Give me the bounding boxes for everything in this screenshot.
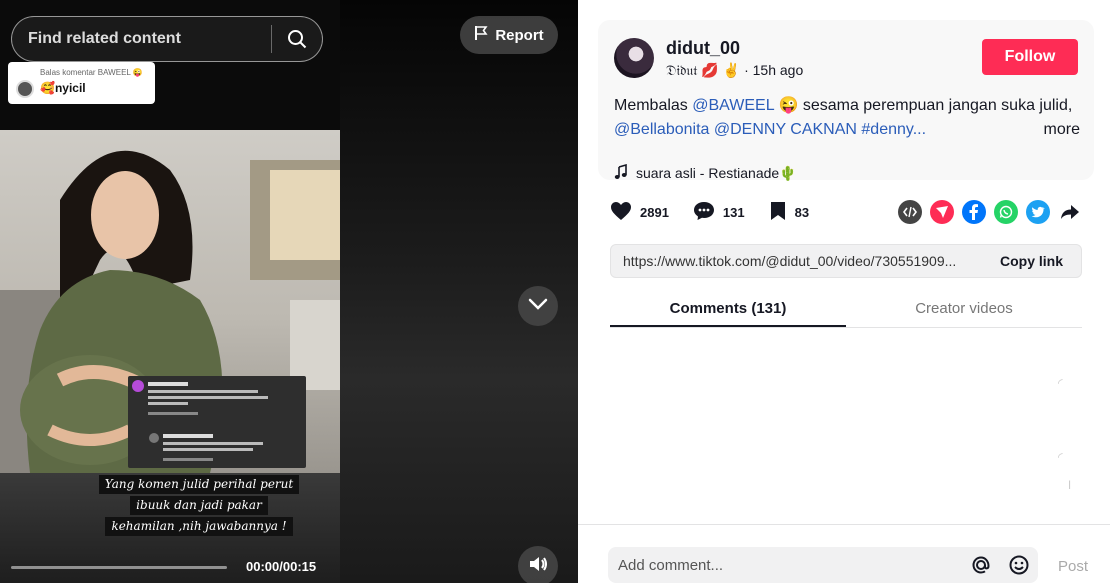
avatar[interactable] (614, 38, 654, 78)
like-count: 2891 (640, 204, 669, 220)
save-count: 83 (794, 204, 810, 220)
search-icon[interactable] (272, 29, 322, 49)
share-arrow-icon[interactable] (1058, 200, 1082, 224)
posted-time: 15h ago (752, 62, 804, 78)
comments-list: ◜ ◜ ǀ (578, 330, 1110, 524)
tab-comments[interactable]: Comments (131) (610, 292, 846, 327)
share-link-box: https://www.tiktok.com/@didut_00/video/7… (610, 244, 1082, 278)
heart-icon (610, 201, 632, 224)
video-description: Membalas @BAWEEL 😜 sesama perempuan jang… (614, 94, 1090, 142)
music-note-icon (614, 163, 628, 183)
caption-line: Yang komen julid perihal perut (98, 475, 300, 494)
mention-link[interactable]: @BAWEEL (692, 97, 774, 114)
avatar (16, 80, 34, 98)
search-input[interactable]: Find related content (11, 16, 323, 62)
loading-indicator: ◜ (1058, 450, 1063, 464)
video-photo (0, 130, 340, 473)
save-button[interactable]: 83 (769, 201, 809, 224)
author-card: didut_00 𝔇𝔦𝔡𝔲𝔱 💋 ✌ · 15h ago Follow Memb… (598, 20, 1094, 183)
caption-line: kehamilan ,nih jawabannya ! (105, 517, 293, 536)
author-nickname: 𝔇𝔦𝔡𝔲𝔱 💋 ✌ (666, 62, 741, 78)
caption-line: ibuuk dan jadi pakar (130, 496, 268, 515)
author-username[interactable]: didut_00 (666, 38, 740, 59)
share-icons (898, 200, 1082, 224)
send-icon[interactable] (930, 200, 954, 224)
video-time: 00:00/00:15 (246, 559, 317, 574)
meta-separator: · (744, 62, 753, 78)
post-button[interactable]: Post (1058, 558, 1088, 575)
comment-input[interactable]: Add comment... (608, 547, 1038, 583)
follow-button[interactable]: Follow (982, 39, 1078, 75)
video-pane: Yang komen julid perihal perut ibuuk dan… (0, 0, 578, 583)
whatsapp-icon[interactable] (994, 200, 1018, 224)
loading-indicator: ǀ (1068, 478, 1072, 492)
music-label: suara asli - Restianade🌵 (636, 165, 797, 181)
like-button[interactable]: 2891 (610, 201, 669, 224)
progress-bar[interactable] (11, 566, 227, 569)
comment-count: 131 (722, 204, 745, 220)
share-url[interactable]: https://www.tiktok.com/@didut_00/video/7… (611, 253, 982, 269)
flag-icon (474, 25, 488, 45)
emoji-icon[interactable] (1000, 554, 1038, 576)
volume-icon (528, 555, 548, 578)
more-button[interactable]: more (1044, 118, 1090, 142)
tab-creator-videos[interactable]: Creator videos (846, 292, 1082, 327)
comment-bar: Add comment... Post (578, 524, 1110, 583)
copy-link-button[interactable]: Copy link (982, 253, 1081, 269)
mention-icon[interactable] (962, 554, 1000, 576)
music-link[interactable]: suara asli - Restianade🌵 (614, 163, 797, 183)
author-meta: 𝔇𝔦𝔡𝔲𝔱 💋 ✌ · 15h ago (666, 62, 803, 79)
reply-bubble: Balas komentar BAWEEL 😜 🥰nyicil (8, 62, 155, 104)
facebook-icon[interactable] (962, 200, 986, 224)
report-button[interactable]: Report (460, 16, 558, 54)
description-middle: 😜 sesama perempuan jangan suka julid, (774, 97, 1073, 114)
report-label: Report (495, 26, 544, 44)
screenshot-comment-card (128, 376, 306, 468)
reply-bubble-title: Balas komentar BAWEEL 😜 (40, 68, 143, 77)
embed-icon[interactable] (898, 200, 922, 224)
info-pane: didut_00 𝔇𝔦𝔡𝔲𝔱 💋 ✌ · 15h ago Follow Memb… (578, 0, 1110, 583)
tab-bar: Comments (131) Creator videos (610, 292, 1082, 328)
reply-bubble-text: 🥰nyicil (40, 81, 86, 95)
description-line-2: @Bellabonita @DENNY CAKNAN #denny... mor… (614, 118, 1090, 142)
volume-button[interactable] (518, 546, 558, 583)
description-prefix: Membalas (614, 97, 693, 114)
chevron-down-icon (528, 297, 548, 315)
comment-placeholder: Add comment... (618, 556, 724, 574)
mention-tags-link[interactable]: @Bellabonita @DENNY CAKNAN #denny... (614, 118, 926, 142)
video-caption: Yang komen julid perihal perut ibuuk dan… (92, 474, 306, 537)
comment-icon (693, 201, 715, 224)
description-line-1: Membalas @BAWEEL 😜 sesama perempuan jang… (614, 94, 1090, 118)
search-placeholder: Find related content (28, 30, 181, 47)
comment-count-button[interactable]: 131 (693, 201, 745, 224)
engagement-actions: 2891 131 83 (610, 198, 833, 226)
next-video-button[interactable] (518, 286, 558, 326)
loading-indicator: ◜ (1058, 376, 1063, 390)
twitter-icon[interactable] (1026, 200, 1050, 224)
bookmark-icon (769, 201, 787, 224)
